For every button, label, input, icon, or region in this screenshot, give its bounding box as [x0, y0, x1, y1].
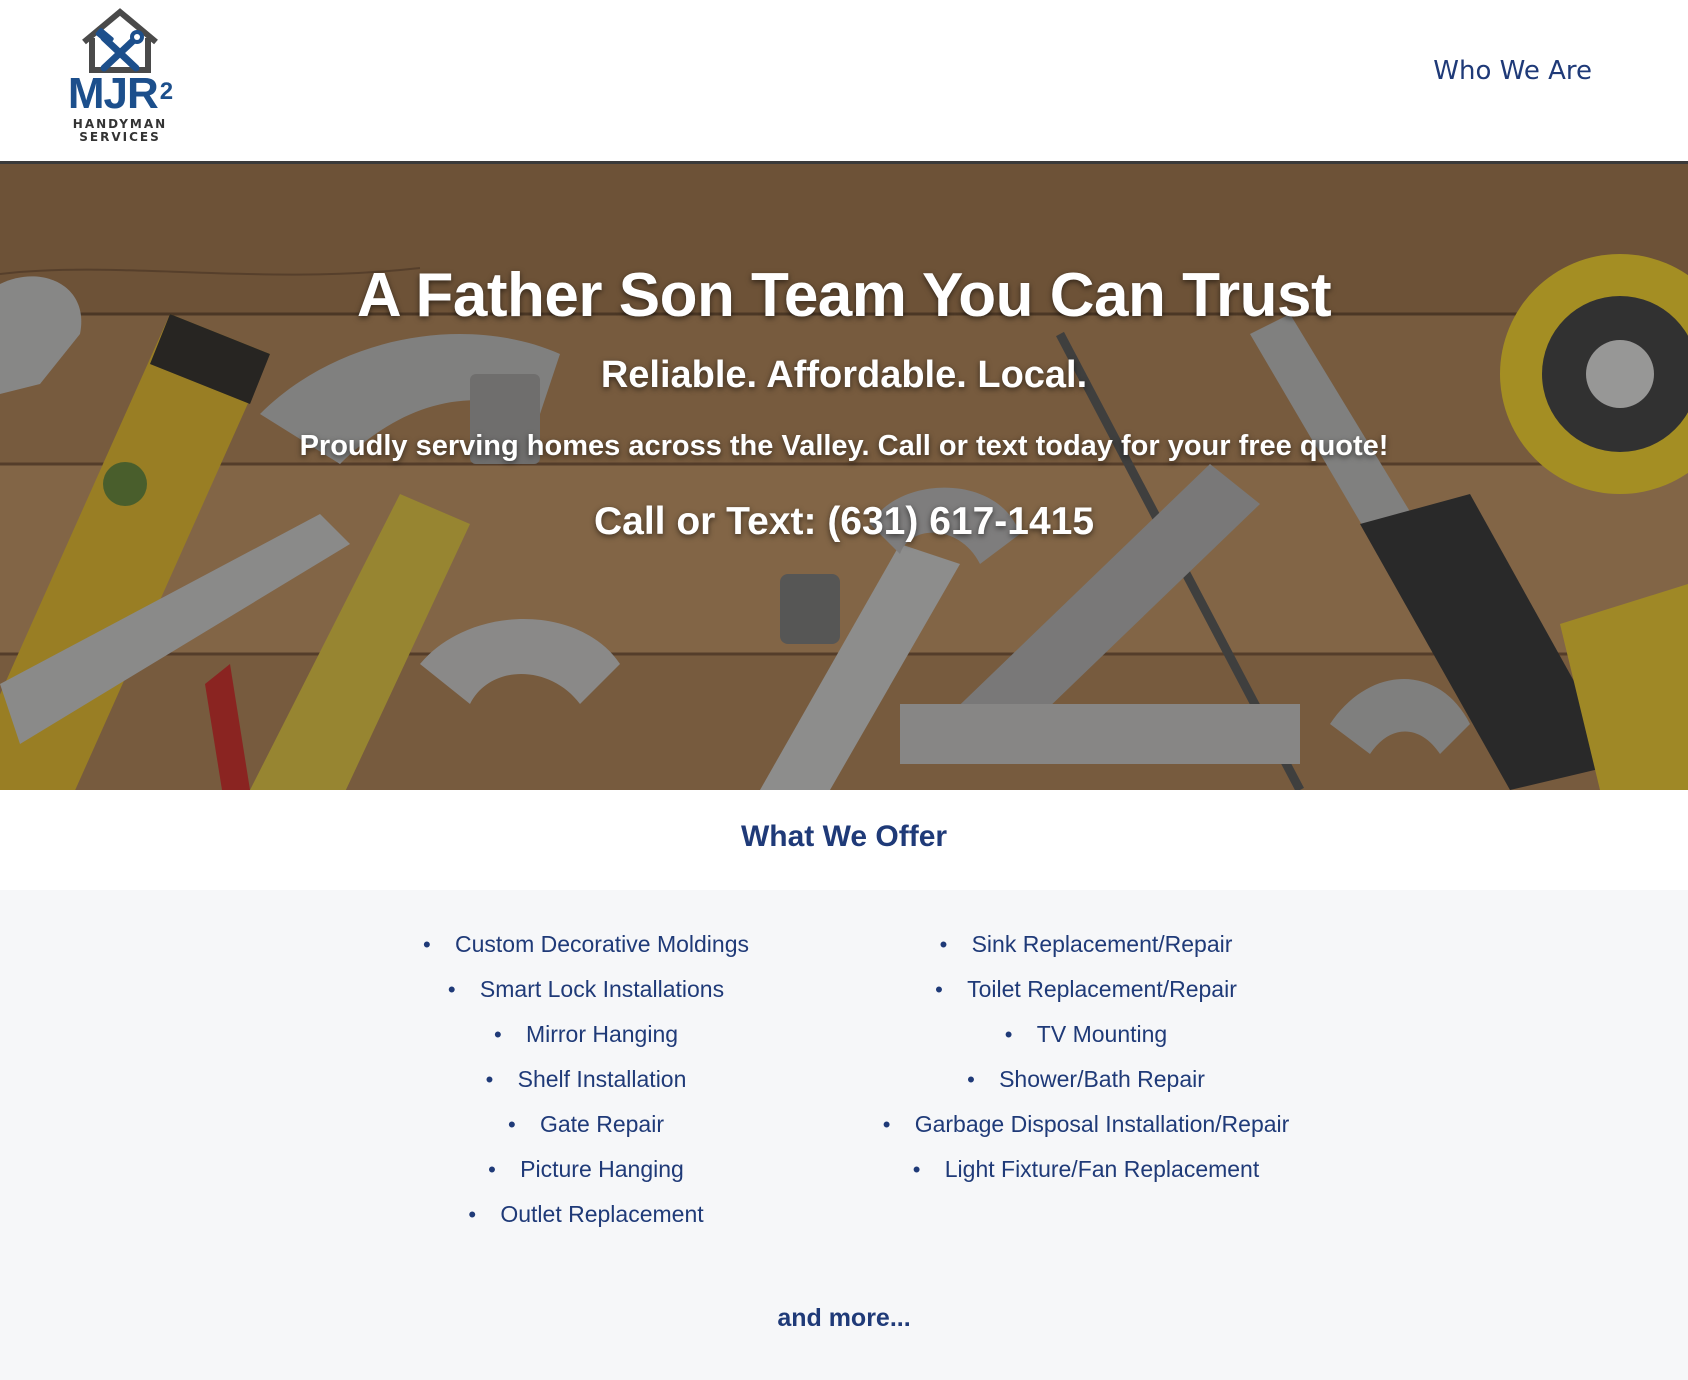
- phone-number[interactable]: (631) 617-1415: [827, 500, 1094, 543]
- hero-banner: A Father Son Team You Can Trust Reliable…: [0, 164, 1688, 790]
- list-item: Smart Lock Installations: [326, 967, 846, 1012]
- list-item: Shower/Bath Repair: [826, 1057, 1346, 1102]
- list-item: Custom Decorative Moldings: [326, 922, 846, 967]
- services-section: Custom Decorative Moldings Smart Lock In…: [0, 890, 1688, 1380]
- logo-subtitle: HANDYMAN SERVICES: [72, 117, 168, 144]
- list-item: Outlet Replacement: [326, 1192, 846, 1237]
- hero-description: Proudly serving homes across the Valley.…: [299, 430, 1389, 462]
- nav-who-we-are[interactable]: Who We Are: [1433, 56, 1592, 86]
- list-item: Mirror Hanging: [326, 1012, 846, 1057]
- list-item: Sink Replacement/Repair: [826, 922, 1346, 967]
- hero-title: A Father Son Team You Can Trust: [356, 261, 1332, 330]
- site-logo[interactable]: MJR2 HANDYMAN SERVICES: [56, 8, 184, 148]
- house-tools-icon: [82, 8, 158, 73]
- list-item: Light Fixture/Fan Replacement: [826, 1147, 1346, 1192]
- hero-phone[interactable]: Call or Text: (631) 617-1415: [0, 500, 1688, 544]
- list-item: Shelf Installation: [326, 1057, 846, 1102]
- hero-overlay: [0, 164, 1688, 790]
- logo-wordmark: MJR2: [67, 69, 173, 118]
- services-list-left: Custom Decorative Moldings Smart Lock In…: [326, 922, 846, 1237]
- hero-tagline: Reliable. Affordable. Local.: [600, 354, 1088, 396]
- list-item: Toilet Replacement/Repair: [826, 967, 1346, 1012]
- list-item: Garbage Disposal Installation/Repair: [826, 1102, 1346, 1147]
- phone-label: Call or Text:: [593, 500, 828, 543]
- site-header: MJR2 HANDYMAN SERVICES Who We Are: [0, 0, 1688, 164]
- and-more-text: and more...: [777, 1304, 911, 1332]
- services-list-right: Sink Replacement/Repair Toilet Replaceme…: [826, 922, 1346, 1192]
- list-item: Picture Hanging: [326, 1147, 846, 1192]
- list-item: TV Mounting: [826, 1012, 1346, 1057]
- list-item: Gate Repair: [326, 1102, 846, 1147]
- offer-heading-section: What We Offer: [0, 790, 1688, 890]
- offer-title: What We Offer: [740, 820, 948, 853]
